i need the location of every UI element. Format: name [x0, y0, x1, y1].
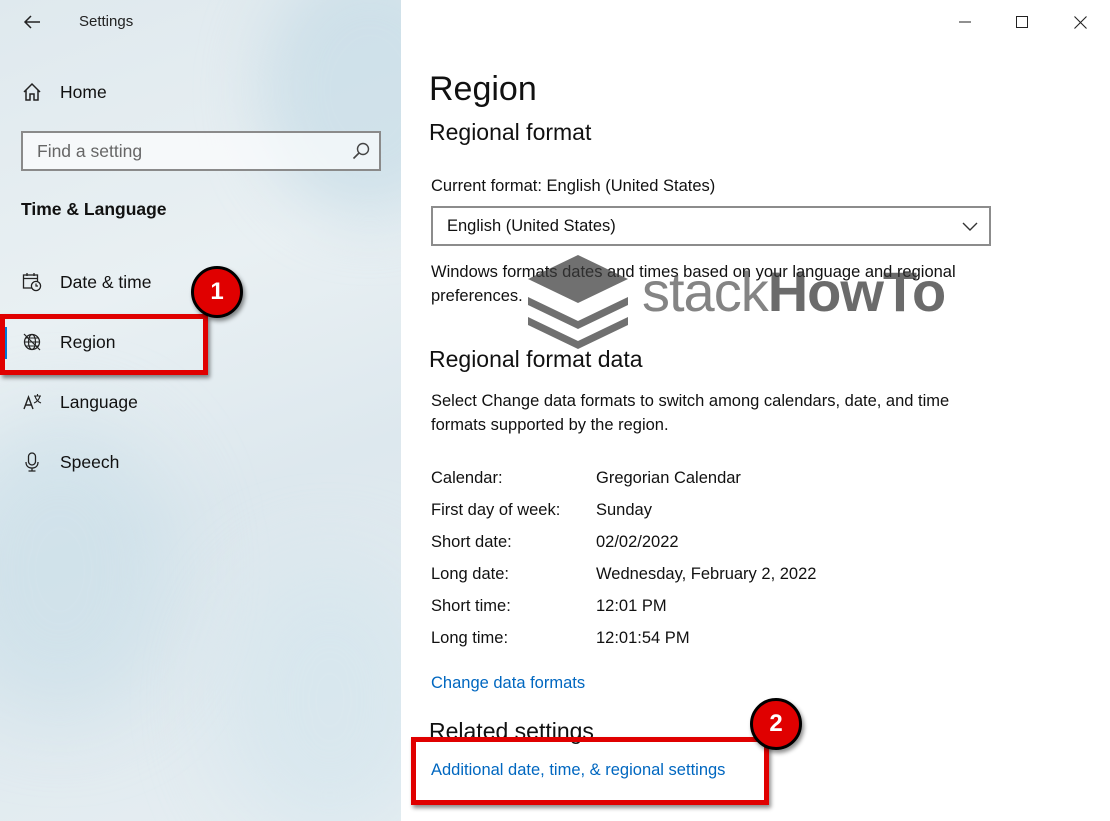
format-data-description-line1: Select Change data formats to switch amo… [431, 392, 950, 410]
watermark-text: stackHowTo [642, 259, 946, 324]
step-badge-1: 1 [191, 266, 243, 318]
search-field[interactable] [21, 131, 381, 171]
first-day-label: First day of week: [431, 501, 561, 519]
close-icon [1073, 15, 1087, 29]
format-description-line2: preferences. [431, 287, 523, 305]
back-arrow-icon [23, 15, 40, 29]
microphone-icon [21, 451, 43, 473]
chevron-down-icon [962, 222, 978, 231]
long-time-value: 12:01:54 PM [596, 629, 690, 647]
change-data-formats-link[interactable]: Change data formats [431, 674, 585, 693]
stackhowto-watermark: stackHowTo [524, 255, 1004, 355]
back-button[interactable] [18, 8, 46, 36]
first-day-value: Sunday [596, 501, 652, 519]
close-button[interactable] [1058, 6, 1102, 38]
sidebar-item-label: Date & time [60, 271, 152, 292]
home-icon [21, 81, 43, 103]
regional-format-heading: Regional format [429, 119, 592, 145]
step-badge-2: 2 [750, 698, 802, 750]
short-time-value: 12:01 PM [596, 597, 667, 615]
sidebar-item-home[interactable]: Home [0, 67, 401, 117]
sidebar-item-speech[interactable]: Speech [0, 437, 401, 487]
section-title: Time & Language [21, 199, 167, 219]
search-input[interactable] [23, 133, 343, 169]
current-format-label: Current format: English (United States) [431, 177, 716, 195]
maximize-button[interactable] [1000, 6, 1044, 38]
long-time-label: Long time: [431, 629, 509, 647]
highlight-box-additional-settings [411, 737, 769, 805]
app-title: Settings [79, 13, 134, 30]
sidebar-item-label: Home [60, 81, 107, 102]
watermark-text-light: stack [642, 260, 769, 323]
short-date-value: 02/02/2022 [596, 533, 679, 551]
calendar-label: Calendar: [431, 469, 503, 487]
sidebar: Settings Home Time & Language Date & tim… [0, 0, 401, 821]
watermark-text-bold: HowTo [767, 260, 946, 323]
page-title: Region [429, 70, 537, 108]
sidebar-item-label: Language [60, 391, 138, 412]
long-date-value: Wednesday, February 2, 2022 [596, 565, 817, 583]
calendar-value: Gregorian Calendar [596, 469, 741, 487]
language-icon [21, 391, 43, 413]
background-blur [220, 560, 401, 821]
maximize-icon [1016, 16, 1028, 28]
dropdown-value: English (United States) [447, 216, 616, 235]
minimize-icon [959, 21, 971, 23]
sidebar-item-language[interactable]: Language [0, 377, 401, 427]
format-data-description-line2: formats supported by the region. [431, 416, 669, 434]
calendar-clock-icon [21, 271, 43, 293]
search-icon[interactable] [351, 141, 371, 161]
regional-format-dropdown[interactable]: English (United States) [431, 206, 991, 246]
main-panel: Region Regional format Current format: E… [401, 0, 1110, 821]
sidebar-item-label: Speech [60, 451, 120, 472]
highlight-box-region [0, 314, 208, 375]
short-time-label: Short time: [431, 597, 511, 615]
stack-logo-icon [528, 255, 628, 349]
minimize-button[interactable] [943, 6, 987, 38]
long-date-label: Long date: [431, 565, 509, 583]
short-date-label: Short date: [431, 533, 512, 551]
